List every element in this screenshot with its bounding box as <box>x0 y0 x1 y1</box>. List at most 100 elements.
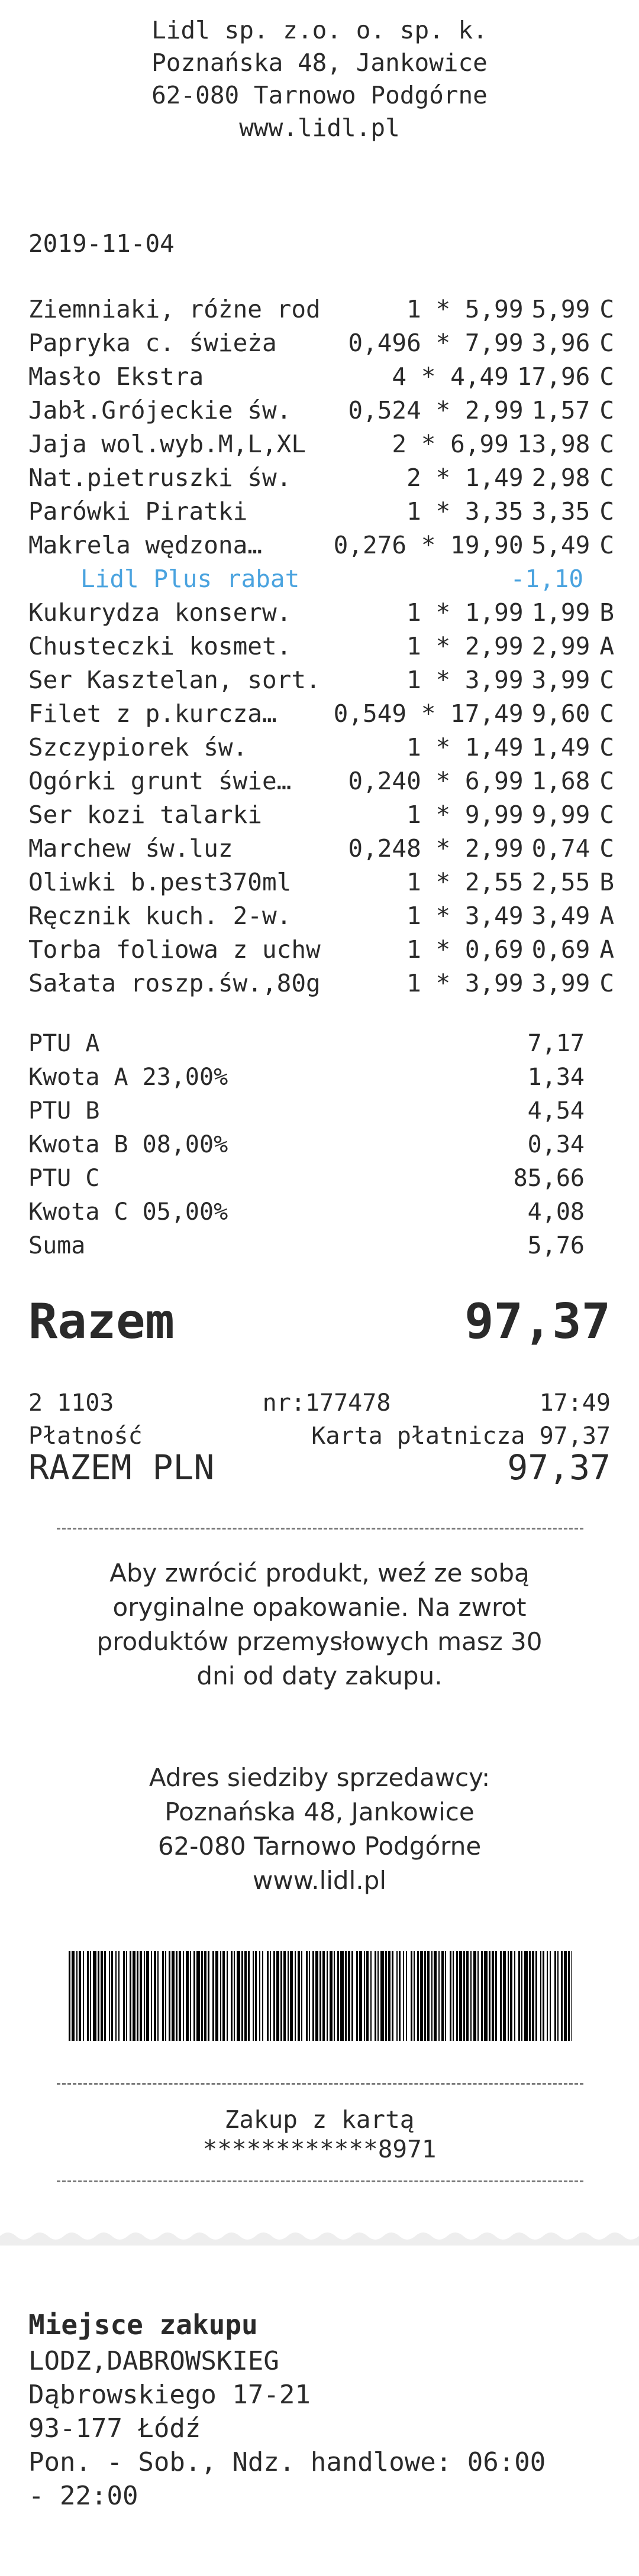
line-item: Oliwki b.pest370ml 1 * 2,55 2,55 B <box>28 867 614 896</box>
transaction-info: 2 1103 nr:177478 17:49 Płatność Karta pł… <box>28 1386 611 1453</box>
line-item: Papryka c. świeża 0,496 * 7,99 3,96 C <box>28 328 614 357</box>
store-hours-cont: - 22:00 <box>28 2481 138 2511</box>
barcode-bar <box>241 1951 243 2041</box>
barcode-bar <box>508 1951 509 2041</box>
card-info: Zakup z kartą ************8971 <box>0 2105 639 2164</box>
barcode-bar <box>208 1951 209 2041</box>
barcode-bar <box>456 1951 458 2041</box>
barcode-bar <box>484 1951 488 2041</box>
line-item: Masło Ekstra 4 * 4,49 17,96 C <box>28 362 614 391</box>
barcode-bar <box>557 1951 559 2041</box>
barcode-bar <box>340 1951 344 2041</box>
barcode-bar <box>151 1951 152 2041</box>
barcode-bar <box>162 1951 164 2041</box>
barcode-bar <box>492 1951 494 2041</box>
barcode-bar <box>571 1951 572 2041</box>
seller-website: www.lidl.pl <box>253 1866 386 1895</box>
barcode-bar <box>351 1951 353 2041</box>
line-item: Jabł.Grójeckie św. 0,524 * 2,99 1,57 C <box>28 396 614 425</box>
barcode-bar <box>514 1951 515 2041</box>
barcode-bar <box>220 1951 221 2041</box>
barcode-bar <box>495 1951 497 2041</box>
barcode-bar <box>453 1951 454 2041</box>
barcode-bar <box>385 1951 387 2041</box>
dashed-divider <box>57 2083 583 2085</box>
item-list: Ziemniaki, różne rod 1 * 5,99 5,99 C Papryk… <box>28 292 614 1000</box>
barcode-bar <box>392 1951 393 2041</box>
barcode-bar <box>322 1951 325 2041</box>
barcode-bar <box>532 1951 534 2041</box>
seller-city: 62-080 Tarnowo Podgórne <box>157 1832 482 1861</box>
line-item: Makrela wędzona… 0,276 * 19,90 5,49 C <box>28 530 614 559</box>
company-street: Poznańska 48, Jankowice <box>151 48 488 77</box>
barcode-bar <box>540 1951 541 2041</box>
line-item: Nat.pietruszki św. 2 * 1,49 2,98 C <box>28 463 614 492</box>
line-item: Ser kozi talarki 1 * 9,99 9,99 C <box>28 800 614 829</box>
barcode-bar <box>244 1951 247 2041</box>
line-item: Sałata roszp.św.,80g 1 * 3,99 3,99 C <box>28 968 614 997</box>
barcode-bar <box>76 1951 78 2041</box>
barcode-bar <box>237 1951 240 2041</box>
receipt-number: nr:177478 <box>262 1389 391 1417</box>
discount-label: Lidl Plus rabat <box>80 564 300 593</box>
barcode-bar <box>334 1951 335 2041</box>
barcode-bar <box>270 1951 271 2041</box>
barcode-bar <box>459 1951 462 2041</box>
return-policy: Aby zwrócić produkt, weź ze sobą orygina… <box>96 1558 543 1690</box>
barcode-bar <box>123 1951 125 2041</box>
barcode-bar <box>388 1951 390 2041</box>
barcode-bar <box>259 1951 260 2041</box>
barcode-bar <box>315 1951 318 2041</box>
barcode-bar <box>301 1951 302 2041</box>
barcode-bar <box>420 1951 423 2041</box>
barcode-bar <box>196 1951 200 2041</box>
barcode-bar <box>477 1951 479 2041</box>
barcode-bar <box>500 1951 502 2041</box>
vat-row: PTU C 85,66 <box>28 1164 585 1192</box>
barcode-bar <box>69 1951 70 2041</box>
barcode-bar <box>273 1951 275 2041</box>
barcode-bar <box>403 1951 404 2041</box>
barcode-bar <box>248 1951 250 2041</box>
barcode-bar <box>104 1951 106 2041</box>
barcode-bar <box>438 1951 440 2041</box>
barcode-bar <box>450 1951 451 2041</box>
barcode-bar <box>561 1951 563 2041</box>
store-city: 93-177 Łódź <box>28 2413 201 2444</box>
barcode-bar <box>298 1951 300 2041</box>
line-item: Ziemniaki, różne rod 1 * 5,99 5,99 C <box>28 294 614 323</box>
barcode-bar <box>186 1951 189 2041</box>
barcode-bar <box>183 1951 184 2041</box>
barcode-bar <box>320 1951 321 2041</box>
barcode-bar <box>90 1951 91 2041</box>
barcode-bar <box>137 1951 138 2041</box>
barcode-bar <box>445 1951 446 2041</box>
barcode-bar <box>510 1951 512 2041</box>
barcode-bar <box>144 1951 145 2041</box>
store-name: LODZ,DABROWSKIEG <box>28 2346 279 2376</box>
barcode-bar <box>348 1951 350 2041</box>
barcode-bar <box>489 1951 490 2041</box>
store-hours: Pon. - Sob., Ndz. handlowe: 06:00 <box>28 2447 546 2477</box>
payment-label: Płatność <box>28 1423 143 1450</box>
payment-method: Karta płatnicza 97,37 <box>311 1423 611 1450</box>
barcode-bar <box>231 1951 233 2041</box>
seller-street: Poznańska 48, Jankowice <box>164 1797 475 1826</box>
barcode-bar <box>414 1951 415 2041</box>
barcode-bar <box>215 1951 218 2041</box>
total-label: Razem <box>28 1294 175 1350</box>
barcode-bar <box>466 1951 469 2041</box>
line-item: Filet z p.kurcza… 0,549 * 17,49 9,60 C <box>28 699 614 728</box>
vat-row: Kwota A 23,00% 1,34 <box>28 1063 585 1091</box>
razem-pln-value: 97,37 <box>507 1447 611 1488</box>
barcode-bar <box>417 1951 419 2041</box>
razem-pln-row: RAZEM PLN 97,37 <box>28 1447 611 1488</box>
barcode-bar <box>115 1951 117 2041</box>
barcode-bar <box>521 1951 522 2041</box>
total-row: Razem 97,37 <box>28 1294 611 1350</box>
dashed-divider <box>57 1528 583 1530</box>
card-label: Zakup z kartą <box>224 2105 415 2134</box>
barcode-bar <box>130 1951 131 2041</box>
store-title: Miejsce zakupu <box>28 2309 258 2341</box>
barcode-bar <box>427 1951 430 2041</box>
